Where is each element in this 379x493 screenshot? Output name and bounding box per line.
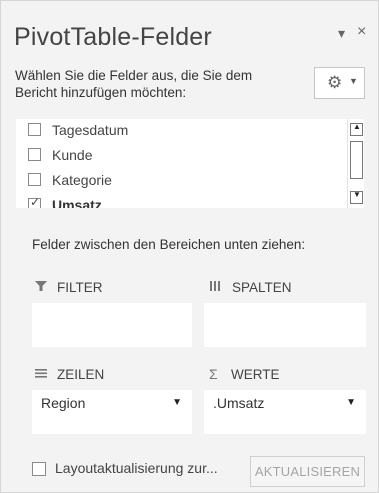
rows-field-value: Region — [41, 395, 86, 411]
defer-layout-update-checkbox[interactable] — [32, 462, 46, 476]
field-label: Tagesdatum — [52, 122, 129, 138]
field-checkbox[interactable] — [28, 148, 41, 161]
update-button[interactable]: AKTUALISIEREN — [250, 456, 365, 487]
field-list: Tagesdatum Kunde Kategorie ✓ Umsatz — [16, 119, 347, 208]
arrow-up-icon: ▲ — [353, 122, 361, 131]
filter-area-label: FILTER — [57, 280, 103, 295]
filter-area-header: FILTER — [35, 280, 185, 298]
dropdown-arrow-icon: ▼ — [346, 397, 356, 408]
defer-layout-update-label: Layoutaktualisierung zur... — [55, 460, 218, 476]
tools-button[interactable]: ⚙ ▼ — [314, 67, 365, 99]
field-item-tagesdatum[interactable]: Tagesdatum — [16, 119, 347, 144]
drag-areas-label: Felder zwischen den Bereichen unten zieh… — [32, 237, 306, 252]
values-drop-zone[interactable]: .Umsatz ▼ — [204, 390, 366, 434]
instruction-text: Wählen Sie die Felder aus, die Sie dem B… — [15, 68, 253, 100]
sigma-icon: Σ — [209, 366, 218, 382]
scroll-up-button[interactable]: ▲ — [350, 122, 363, 136]
field-list-scrollbar[interactable]: ▲ ▼ — [347, 119, 364, 208]
pivot-field-pane: PivotTable-Felder ▾ × Wählen Sie die Fel… — [0, 0, 379, 493]
values-area-label: WERTE — [231, 367, 280, 382]
pane-options-dropdown-icon[interactable]: ▾ — [338, 25, 345, 42]
field-label: Kategorie — [52, 172, 112, 188]
chevron-down-icon: ▼ — [349, 76, 358, 86]
field-item-kategorie[interactable]: Kategorie — [16, 169, 347, 194]
filter-drop-zone[interactable] — [32, 303, 192, 347]
field-item-kunde[interactable]: Kunde — [16, 144, 347, 169]
pane-title: PivotTable-Felder — [14, 23, 212, 51]
rows-drop-zone[interactable]: Region ▼ — [32, 390, 192, 434]
field-label: Umsatz — [52, 197, 102, 208]
columns-area-label: SPALTEN — [232, 280, 292, 295]
field-label: Kunde — [52, 147, 93, 163]
dropdown-arrow-icon: ▼ — [172, 397, 182, 408]
arrow-down-icon: ▼ — [353, 190, 361, 199]
values-field-dropdown[interactable]: .Umsatz ▼ — [204, 390, 366, 415]
scroll-down-button[interactable]: ▼ — [350, 190, 363, 204]
gear-icon: ⚙ — [327, 73, 343, 92]
columns-area-header: SPALTEN — [210, 280, 360, 298]
filter-icon — [35, 280, 47, 295]
rows-icon — [35, 367, 47, 382]
columns-icon — [210, 280, 222, 295]
rows-area-header: ZEILEN — [35, 367, 185, 385]
rows-field-dropdown[interactable]: Region ▼ — [32, 390, 192, 415]
check-icon: ✓ — [30, 195, 41, 208]
columns-drop-zone[interactable] — [204, 303, 366, 347]
scroll-thumb[interactable] — [350, 141, 363, 179]
close-icon[interactable]: × — [357, 23, 366, 41]
rows-area-label: ZEILEN — [57, 367, 105, 382]
field-checkbox[interactable] — [28, 173, 41, 186]
field-item-umsatz[interactable]: ✓ Umsatz — [16, 194, 347, 208]
values-field-value: .Umsatz — [213, 395, 265, 411]
field-checkbox-checked[interactable]: ✓ — [28, 195, 41, 208]
field-checkbox[interactable] — [28, 123, 41, 136]
values-area-header: Σ WERTE — [209, 366, 359, 385]
